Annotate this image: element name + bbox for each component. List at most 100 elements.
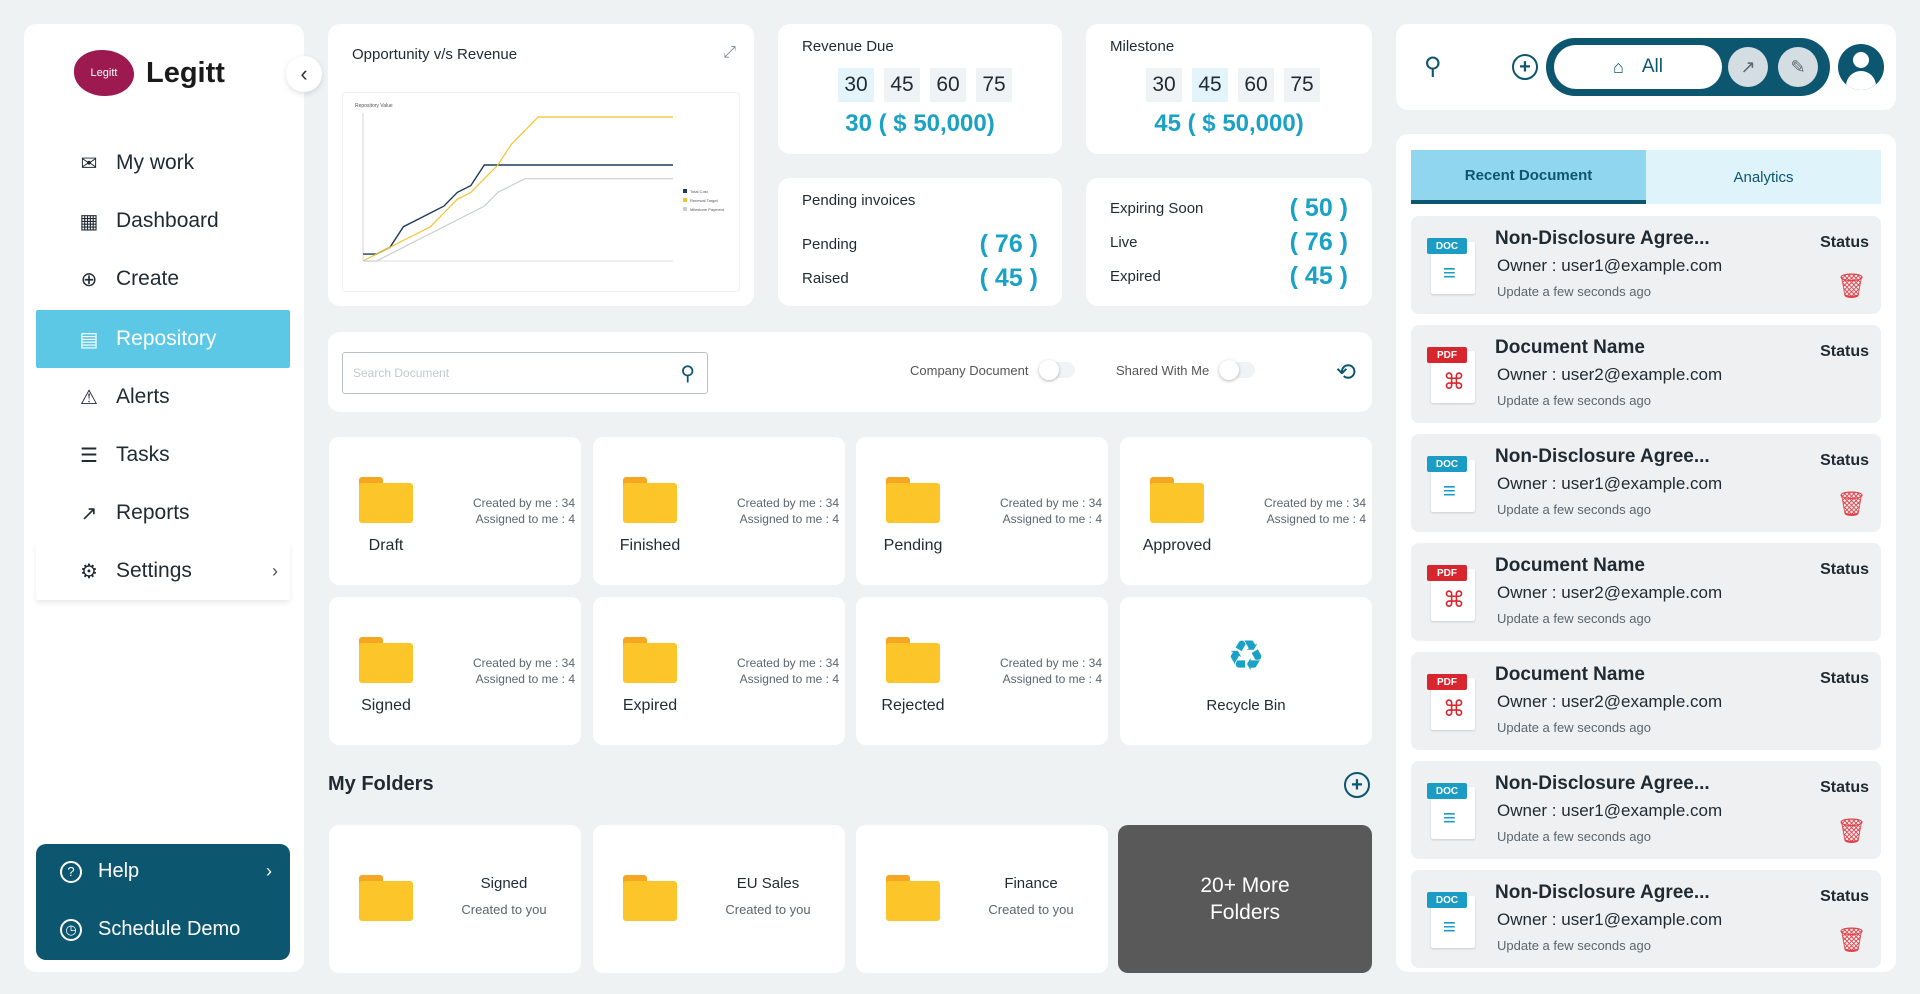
folder-tile-approved[interactable]: Approved Created by me : 34 Assigned to m… xyxy=(1120,437,1372,585)
shared-with-me-toggle[interactable] xyxy=(1219,360,1256,380)
raised-value: ( 45 ) xyxy=(979,264,1038,292)
file-type-badge: DOC xyxy=(1427,238,1467,254)
revenue-due-digits: 30 45 60 75 xyxy=(838,68,1012,102)
digit-box[interactable]: 75 xyxy=(1284,68,1320,102)
sidebar-item-alerts[interactable]: ⚠ Alerts xyxy=(36,368,290,426)
document-status: Status xyxy=(1820,343,1869,360)
tab-analytics[interactable]: Analytics xyxy=(1646,150,1881,204)
document-row[interactable]: DOC ≡ Non-Disclosure Agree... Owner : user1… xyxy=(1411,761,1881,859)
sidebar-item-tasks[interactable]: ☰ Tasks xyxy=(36,426,290,484)
chart-svg: Repository Value Total Cost Renewal Targe… xyxy=(355,103,725,262)
recycle-icon: ♻ xyxy=(1227,632,1265,679)
sidebar-item-repository[interactable]: ▤ Repository xyxy=(36,310,290,368)
help-button[interactable]: ? Help › xyxy=(60,860,280,883)
folder-tile-pending[interactable]: Pending Created by me : 34 Assigned to me… xyxy=(856,437,1108,585)
folder-assigned-count: Assigned to me : 4 xyxy=(475,512,575,526)
folder-tile-finished[interactable]: Finished Created by me : 34 Assigned to m… xyxy=(593,437,845,585)
folder-assigned-count: Assigned to me : 4 xyxy=(1002,672,1102,686)
folder-meta: Created by me : 34 Assigned to me : 4 xyxy=(473,495,575,527)
document-updated-time: Update a few seconds ago xyxy=(1497,502,1651,517)
document-row[interactable]: PDF ⌘ Document Name Owner : user2@example.c… xyxy=(1411,543,1881,641)
digit-box[interactable]: 45 xyxy=(884,68,920,102)
folder-assigned-count: Assigned to me : 4 xyxy=(1002,512,1102,526)
digit-box[interactable]: 60 xyxy=(1238,68,1274,102)
doc-file-icon: DOC ≡ xyxy=(1427,238,1479,294)
document-filter-button[interactable]: ✎ xyxy=(1778,47,1818,87)
warning-icon: ⚠ xyxy=(80,386,98,409)
folder-assigned-count: Assigned to me : 4 xyxy=(739,672,839,686)
file-type-badge: DOC xyxy=(1427,892,1467,908)
pdf-file-icon: PDF ⌘ xyxy=(1427,674,1479,730)
document-row[interactable]: DOC ≡ Non-Disclosure Agree... Owner : user1… xyxy=(1411,216,1881,314)
recycle-bin-tile[interactable]: ♻ Recycle Bin xyxy=(1120,597,1372,745)
trash-icon[interactable]: 🗑 xyxy=(1837,272,1867,301)
digit-box[interactable]: 75 xyxy=(976,68,1012,102)
digit-box[interactable]: 45 xyxy=(1192,68,1228,102)
sidebar-item-label: Dashboard xyxy=(116,209,219,232)
add-button[interactable]: + xyxy=(1512,54,1538,80)
shared-with-me-toggle-group: Shared With Me xyxy=(1116,360,1256,380)
my-folder-name: Finance xyxy=(1004,875,1058,892)
folder-tile-draft[interactable]: Draft Created by me : 34 Assigned to me :… xyxy=(329,437,581,585)
document-row[interactable]: DOC ≡ Non-Disclosure Agree... Owner : user1… xyxy=(1411,870,1881,968)
live-label: Live xyxy=(1110,234,1138,251)
digit-box[interactable]: 30 xyxy=(838,68,874,102)
chevron-left-icon: ‹ xyxy=(300,61,308,86)
more-folders-button[interactable]: 20+ More Folders xyxy=(1118,825,1372,973)
document-row[interactable]: PDF ⌘ Document Name Owner : user2@example.c… xyxy=(1411,325,1881,423)
folder-tile-rejected[interactable]: Rejected Created by me : 34 Assigned to m… xyxy=(856,597,1108,745)
sidebar-item-dashboard[interactable]: ▦ Dashboard xyxy=(36,192,290,250)
trend-icon: ↗ xyxy=(80,502,98,525)
folder-icon xyxy=(359,875,413,921)
folder-tile-expired[interactable]: Expired Created by me : 34 Assigned to me… xyxy=(593,597,845,745)
schedule-demo-button[interactable]: ◷ Schedule Demo xyxy=(60,918,280,941)
pending-invoices-title: Pending invoices xyxy=(802,192,916,209)
digit-box[interactable]: 60 xyxy=(930,68,966,102)
shared-with-me-label: Shared With Me xyxy=(1116,362,1210,378)
folder-tile-signed[interactable]: Signed Created by me : 34 Assigned to me … xyxy=(329,597,581,745)
home-icon: ⌂ xyxy=(1613,56,1624,77)
company-document-toggle[interactable] xyxy=(1038,360,1075,380)
trash-icon[interactable]: 🗑 xyxy=(1837,490,1867,519)
search-input[interactable] xyxy=(343,353,643,393)
document-status: Status xyxy=(1820,670,1869,687)
sidebar-item-create[interactable]: ⊕ Create xyxy=(36,250,290,308)
collapse-sidebar-button[interactable]: ‹ xyxy=(286,56,322,92)
my-folder-tile-eu-sales[interactable]: EU Sales Created to you xyxy=(593,825,845,973)
filter-all-button[interactable]: ⌂ All xyxy=(1554,45,1722,89)
my-folder-tile-finance[interactable]: Finance Created to you xyxy=(856,825,1108,973)
brand-logo[interactable]: Legitt Legitt xyxy=(74,50,225,96)
my-folder-tile-signed[interactable]: Signed Created to you xyxy=(329,825,581,973)
legend-label: Renewal Target xyxy=(690,198,719,203)
folder-icon xyxy=(886,477,940,523)
expand-icon[interactable]: ⤢ xyxy=(723,44,736,62)
sidebar-item-label: Create xyxy=(116,267,180,290)
folder-created-count: Created by me : 34 xyxy=(472,496,575,510)
add-folder-button[interactable]: + xyxy=(1344,772,1370,798)
folder-assigned-count: Assigned to me : 4 xyxy=(1266,512,1366,526)
document-row[interactable]: DOC ≡ Non-Disclosure Agree... Owner : user1… xyxy=(1411,434,1881,532)
folder-name: Draft xyxy=(368,537,404,554)
tab-recent-document[interactable]: Recent Document xyxy=(1411,150,1646,204)
avatar[interactable] xyxy=(1838,44,1884,90)
digit-box[interactable]: 30 xyxy=(1146,68,1182,102)
folder-icon xyxy=(623,875,677,921)
top-action-bar: ⚲ + ⌂ All ↗ ✎ xyxy=(1396,24,1896,110)
pending-row: Pending ( 76 ) xyxy=(802,230,1038,259)
pdf-file-icon: PDF ⌘ xyxy=(1427,565,1479,621)
sidebar-item-reports[interactable]: ↗ Reports xyxy=(36,484,290,542)
file-type-badge: PDF xyxy=(1427,674,1467,690)
folder-created-count: Created by me : 34 xyxy=(1263,496,1366,510)
sidebar-item-settings[interactable]: ⚙ Settings › xyxy=(36,542,290,600)
trash-icon[interactable]: 🗑 xyxy=(1837,817,1867,846)
document-row[interactable]: PDF ⌘ Document Name Owner : user2@example.c… xyxy=(1411,652,1881,750)
trend-filter-button[interactable]: ↗ xyxy=(1728,47,1768,87)
search-icon[interactable]: ⚲ xyxy=(680,361,695,386)
gear-icon: ⚙ xyxy=(80,560,98,583)
trash-icon[interactable]: 🗑 xyxy=(1837,926,1867,955)
history-icon[interactable]: ⟲ xyxy=(1336,358,1356,387)
sidebar: Legitt Legitt ✉ My work ▦ Dashboard ⊕ Creat… xyxy=(24,24,304,972)
more-folders-label: 20+ More Folders xyxy=(1200,874,1290,924)
search-icon[interactable]: ⚲ xyxy=(1424,52,1442,81)
sidebar-item-my-work[interactable]: ✉ My work xyxy=(36,134,290,192)
